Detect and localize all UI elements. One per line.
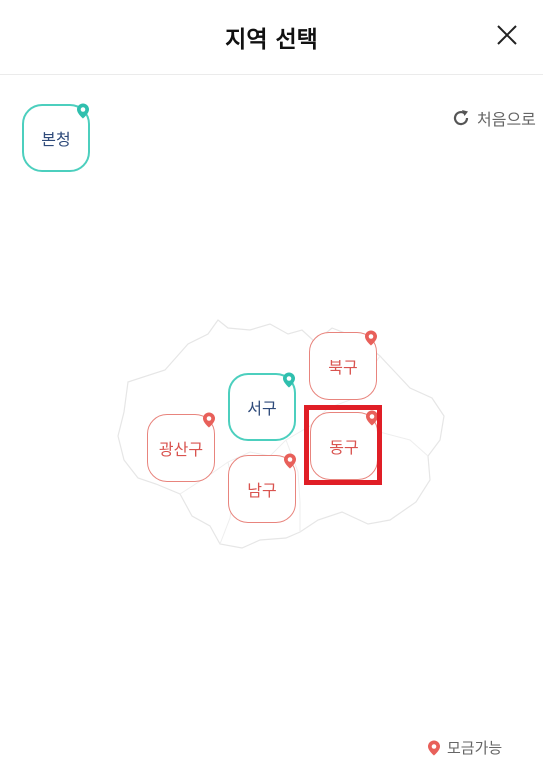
region-seo[interactable]: 서구 — [228, 372, 296, 441]
pin-icon — [284, 453, 296, 469]
reset-button[interactable]: 처음으로 — [451, 106, 536, 130]
region-seo-label: 서구 — [247, 399, 277, 418]
header: 지역 선택 — [0, 0, 543, 75]
pin-icon — [366, 410, 378, 426]
region-hq[interactable]: 본청 — [22, 103, 90, 172]
page-title: 지역 선택 — [225, 27, 318, 53]
legend: 모금가능 — [427, 737, 502, 758]
close-icon[interactable] — [492, 20, 522, 50]
region-buk-label: 북구 — [328, 358, 358, 377]
legend-label: 모금가능 — [447, 739, 503, 757]
reset-label: 처음으로 — [477, 110, 536, 129]
region-hq-label: 본청 — [41, 130, 71, 149]
refresh-icon — [453, 110, 469, 126]
pin-icon — [365, 330, 377, 346]
region-nam-label: 남구 — [247, 481, 277, 500]
pin-icon — [428, 740, 440, 755]
region-nam[interactable]: 남구 — [228, 453, 296, 523]
region-gwangsan[interactable]: 광산구 — [147, 412, 215, 482]
pin-icon — [283, 372, 295, 388]
region-gwangsan-label: 광산구 — [158, 440, 204, 459]
pin-icon — [77, 103, 89, 119]
pin-icon — [203, 412, 215, 428]
region-dong-label: 동구 — [329, 438, 359, 457]
region-dong[interactable]: 동구 — [310, 410, 378, 480]
region-buk[interactable]: 북구 — [309, 330, 377, 400]
